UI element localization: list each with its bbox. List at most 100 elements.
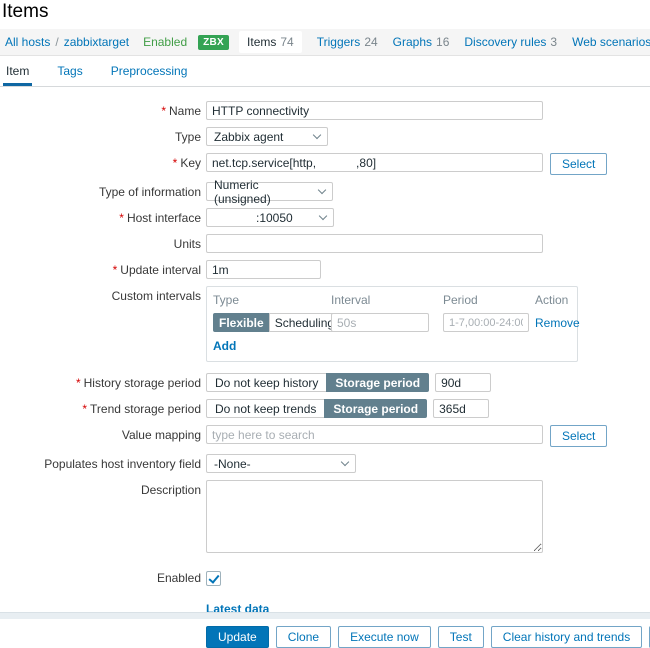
- column-header-type: Type: [213, 293, 331, 307]
- host-interface-select[interactable]: :10050: [206, 208, 334, 227]
- host-nav-discovery-label: Discovery rules: [464, 35, 546, 49]
- host-nav-triggers-count: 24: [364, 35, 377, 49]
- name-label: *Name: [0, 101, 206, 118]
- custom-interval-row: Flexible Scheduling Remove: [213, 313, 571, 332]
- zbx-agent-badge: ZBX: [198, 35, 229, 50]
- trend-storage-input[interactable]: [433, 399, 489, 418]
- form-row-enabled: Enabled: [0, 569, 650, 586]
- name-input[interactable]: [206, 101, 543, 120]
- form-row-buttons: Update Clone Execute now Test Clear hist…: [0, 626, 650, 648]
- tab-tags[interactable]: Tags: [54, 58, 85, 86]
- type-of-information-value: Numeric (unsigned): [214, 178, 309, 206]
- value-mapping-input[interactable]: [206, 425, 543, 444]
- type-select-value: Zabbix agent: [214, 130, 283, 144]
- form-row-trend-storage: *Trend storage period Do not keep trends…: [0, 399, 650, 418]
- required-asterisk: *: [173, 156, 178, 170]
- host-nav-web-label: Web scenarios: [572, 35, 650, 49]
- scheduling-toggle-button[interactable]: Scheduling: [269, 313, 340, 332]
- form-row-units: Units: [0, 234, 650, 253]
- breadcrumb-all-hosts-link[interactable]: All hosts: [5, 35, 50, 49]
- do-not-keep-trends-button[interactable]: Do not keep trends: [206, 399, 325, 418]
- key-label: *Key: [0, 153, 206, 170]
- update-interval-label: *Update interval: [0, 260, 206, 277]
- chevron-down-icon: [313, 131, 321, 139]
- units-input[interactable]: [206, 234, 543, 253]
- custom-intervals-label: Custom intervals: [0, 286, 206, 303]
- clone-button[interactable]: Clone: [276, 626, 331, 648]
- form-row-inventory: Populates host inventory field -None-: [0, 454, 650, 473]
- host-interface-label: *Host interface: [0, 208, 206, 225]
- type-of-information-select[interactable]: Numeric (unsigned): [206, 182, 333, 201]
- required-asterisk: *: [76, 376, 81, 390]
- test-button[interactable]: Test: [438, 626, 484, 648]
- history-storage-toggle: Do not keep history Storage period: [206, 373, 429, 392]
- tab-item[interactable]: Item: [3, 58, 32, 86]
- chevron-down-icon: [318, 186, 326, 194]
- interval-type-toggle: Flexible Scheduling: [213, 313, 340, 332]
- host-nav-triggers-label: Triggers: [317, 35, 361, 49]
- required-asterisk: *: [82, 402, 87, 416]
- enabled-checkbox[interactable]: [206, 571, 221, 586]
- custom-intervals-table: Type Interval Period Action Flexible Sch…: [206, 286, 578, 362]
- host-nav-item-web-scenarios[interactable]: Web scenarios: [572, 35, 650, 49]
- update-interval-input[interactable]: [206, 260, 321, 279]
- value-mapping-label: Value mapping: [0, 425, 206, 442]
- key-input[interactable]: [206, 153, 543, 172]
- clear-history-button[interactable]: Clear history and trends: [491, 626, 642, 648]
- execute-now-button[interactable]: Execute now: [338, 626, 431, 648]
- custom-intervals-header: Type Interval Period Action: [213, 293, 571, 307]
- do-not-keep-history-button[interactable]: Do not keep history: [206, 373, 327, 392]
- form-row-type: Type Zabbix agent: [0, 127, 650, 146]
- host-nav-items-label: Items: [247, 35, 276, 49]
- required-asterisk: *: [161, 104, 166, 118]
- item-tabbar: Item Tags Preprocessing: [0, 58, 650, 87]
- form-row-description: Description: [0, 480, 650, 553]
- type-of-information-label: Type of information: [0, 182, 206, 199]
- flexible-toggle-button[interactable]: Flexible: [213, 313, 270, 332]
- inventory-label: Populates host inventory field: [0, 454, 206, 471]
- form-row-name: *Name: [0, 101, 650, 120]
- host-status-badge: Enabled: [143, 35, 187, 49]
- history-storage-label: *History storage period: [0, 373, 206, 390]
- value-mapping-select-button[interactable]: Select: [550, 425, 607, 447]
- host-nav-graphs-label: Graphs: [393, 35, 432, 49]
- page-title: Items: [2, 1, 650, 23]
- description-label: Description: [0, 480, 206, 497]
- history-storage-input[interactable]: [435, 373, 491, 392]
- update-button[interactable]: Update: [206, 626, 269, 648]
- form-row-value-mapping: Value mapping Select: [0, 425, 650, 447]
- trend-storage-toggle: Do not keep trends Storage period: [206, 399, 427, 418]
- form-row-custom-intervals: Custom intervals Type Interval Period Ac…: [0, 286, 650, 362]
- history-storage-period-button[interactable]: Storage period: [326, 373, 429, 392]
- add-interval-link[interactable]: Add: [213, 339, 236, 353]
- tab-preprocessing[interactable]: Preprocessing: [108, 58, 191, 86]
- breadcrumb-separator: /: [55, 35, 58, 49]
- column-header-action: Action: [535, 293, 568, 307]
- trend-storage-period-button[interactable]: Storage period: [324, 399, 427, 418]
- host-nav-item-discovery-rules[interactable]: Discovery rules3: [464, 35, 557, 49]
- type-select[interactable]: Zabbix agent: [206, 127, 328, 146]
- custom-interval-input[interactable]: [331, 313, 429, 332]
- host-nav-items-count: 74: [280, 35, 293, 49]
- breadcrumb-host-link[interactable]: zabbixtarget: [64, 35, 129, 49]
- form-row-host-interface: *Host interface :10050: [0, 208, 650, 227]
- column-header-period: Period: [443, 293, 535, 307]
- form-row-update-interval: *Update interval: [0, 260, 650, 279]
- description-textarea[interactable]: [206, 480, 543, 553]
- host-nav-item-items[interactable]: Items 74: [239, 31, 302, 53]
- host-navigation-bar: All hosts / zabbixtarget Enabled ZBX Ite…: [0, 29, 650, 56]
- form-row-type-of-information: Type of information Numeric (unsigned): [0, 182, 650, 201]
- type-label: Type: [0, 127, 206, 144]
- enabled-label: Enabled: [0, 569, 206, 585]
- form-row-history-storage: *History storage period Do not keep hist…: [0, 373, 650, 392]
- key-select-button[interactable]: Select: [550, 153, 607, 175]
- host-nav-item-triggers[interactable]: Triggers24: [317, 35, 378, 49]
- chevron-down-icon: [319, 212, 327, 220]
- remove-interval-link[interactable]: Remove: [535, 316, 580, 330]
- custom-period-input[interactable]: [443, 313, 529, 332]
- host-nav-item-graphs[interactable]: Graphs16: [393, 35, 450, 49]
- units-label: Units: [0, 234, 206, 251]
- inventory-select-value: -None-: [214, 457, 251, 471]
- required-asterisk: *: [113, 263, 118, 277]
- inventory-select[interactable]: -None-: [206, 454, 356, 473]
